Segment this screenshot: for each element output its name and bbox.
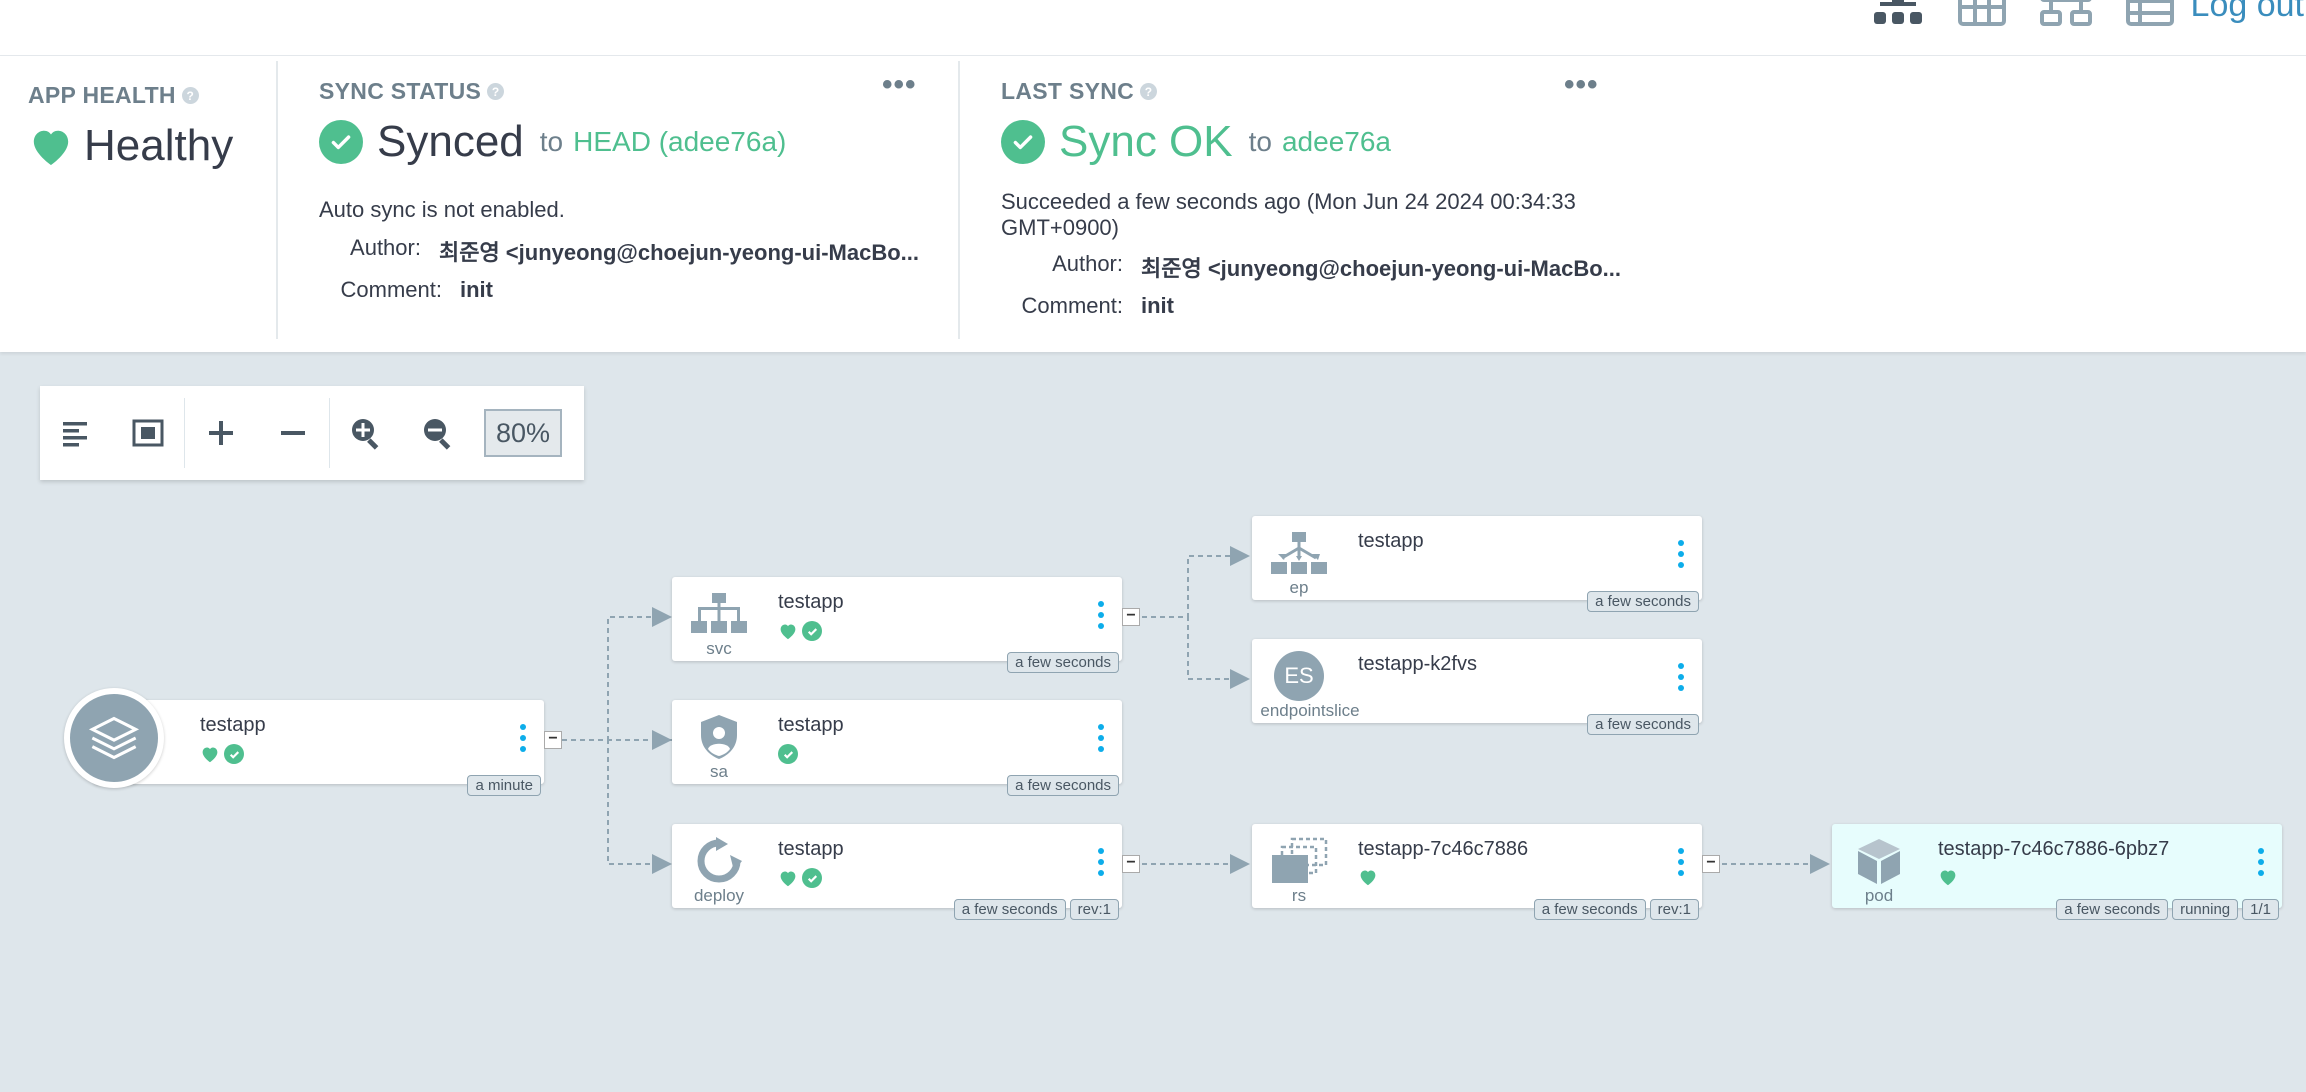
app-collapse-toggle[interactable]: − — [544, 731, 562, 749]
graph-edges — [562, 546, 1830, 874]
node-menu-button[interactable] — [520, 724, 526, 752]
pod-node[interactable]: pod testapp-7c46c7886-6pbz7 a few second… — [1832, 824, 2282, 920]
deploy-node[interactable]: deploy testapp a few seconds rev:1 — [672, 824, 1122, 920]
node-name: testapp — [200, 714, 266, 736]
node-kind: ep — [1289, 578, 1309, 597]
check-icon — [224, 744, 244, 764]
node-name: testapp — [1358, 530, 1424, 552]
age-badge: a few seconds — [1007, 775, 1119, 796]
endpointslice-node[interactable]: ES endpointslice testapp-k2fvs a few sec… — [1252, 639, 1702, 735]
pod-icon — [1846, 836, 1912, 886]
node-name: testapp — [778, 591, 844, 613]
node-kind: deploy — [693, 886, 745, 905]
service-account-icon — [686, 712, 752, 762]
node-name: testapp-k2fvs — [1358, 653, 1477, 675]
ep-node[interactable]: ep testapp a few seconds — [1252, 516, 1702, 612]
age-badge: a few seconds — [1007, 652, 1119, 673]
age-badge: a few seconds — [953, 899, 1066, 920]
revision-badge: rev:1 — [1649, 899, 1699, 920]
node-menu-button[interactable] — [1678, 848, 1684, 876]
heart-icon — [780, 871, 796, 887]
deploy-collapse-toggle[interactable]: − — [1122, 855, 1140, 873]
node-kind: pod — [1864, 886, 1894, 905]
node-menu-button[interactable] — [1098, 848, 1104, 876]
rs-node[interactable]: rs testapp-7c46c7886 a few seconds rev:1 — [1252, 824, 1702, 920]
endpoints-icon — [1266, 528, 1332, 578]
sa-node[interactable]: sa testapp a few seconds — [672, 700, 1122, 796]
age-badge: a few seconds — [1587, 714, 1699, 735]
revision-badge: rev:1 — [1069, 899, 1119, 920]
service-icon — [686, 589, 752, 639]
node-name: testapp — [778, 838, 844, 860]
age-badge: a few seconds — [1533, 899, 1646, 920]
age-badge: a few seconds — [2056, 899, 2169, 920]
node-menu-button[interactable] — [1678, 663, 1684, 691]
node-name: testapp — [778, 714, 844, 736]
node-kind: rs — [1291, 886, 1307, 905]
application-icon — [64, 688, 164, 788]
ready-badge: 1/1 — [2242, 899, 2279, 920]
node-kind: svc — [706, 639, 732, 658]
check-icon — [802, 621, 822, 641]
node-name: testapp-7c46c7886-6pbz7 — [1938, 838, 2170, 860]
node-menu-button[interactable] — [1678, 540, 1684, 568]
rs-collapse-toggle[interactable]: − — [1702, 855, 1720, 873]
heart-icon — [1360, 870, 1376, 886]
node-menu-button[interactable] — [1098, 601, 1104, 629]
replicaset-icon — [1266, 836, 1332, 886]
endpointslice-icon: ES — [1266, 651, 1332, 701]
node-menu-button[interactable] — [1098, 724, 1104, 752]
node-kind: sa — [710, 762, 728, 781]
age-badge: a minute — [467, 775, 541, 796]
node-menu-button[interactable] — [2258, 848, 2264, 876]
node-name: testapp-7c46c7886 — [1358, 838, 1529, 860]
svc-node[interactable]: svc testapp a few seconds — [672, 577, 1122, 673]
heart-icon — [202, 747, 218, 763]
node-kind: endpointslice — [1260, 701, 1360, 720]
heart-icon — [1940, 870, 1956, 886]
heart-icon — [780, 624, 796, 640]
check-icon — [802, 868, 822, 888]
svc-collapse-toggle[interactable]: − — [1122, 608, 1140, 626]
pod-state-badge: running — [2172, 899, 2239, 920]
check-icon — [778, 744, 798, 764]
age-badge: a few seconds — [1587, 591, 1699, 612]
deployment-icon — [686, 836, 752, 886]
